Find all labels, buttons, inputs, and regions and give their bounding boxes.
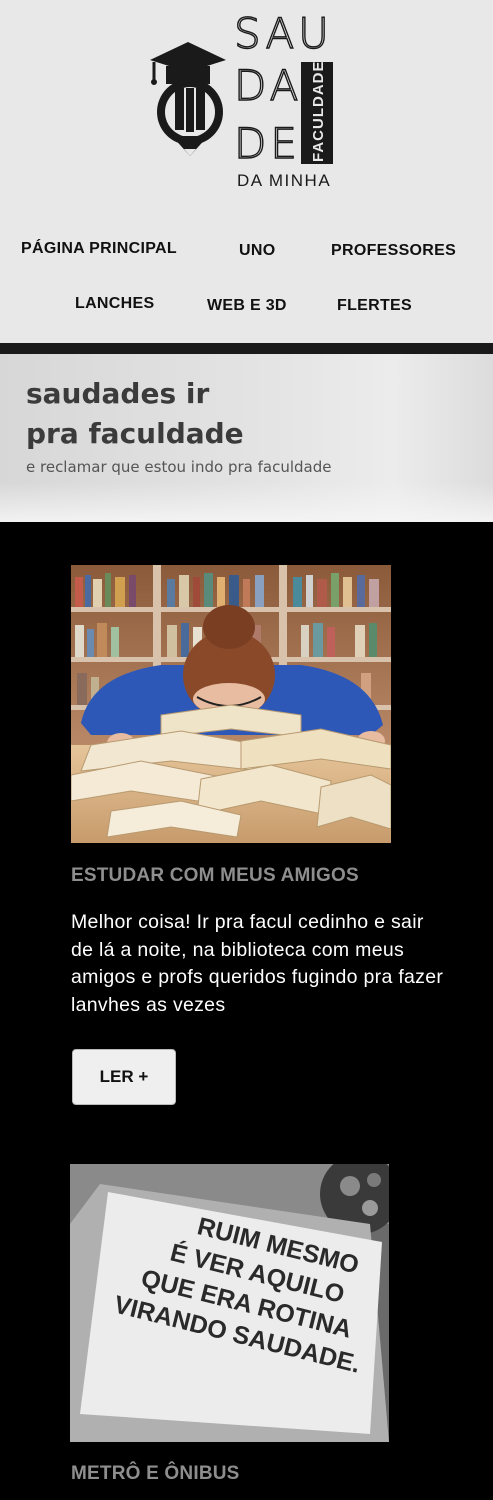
graduation-pencil-icon <box>150 42 226 156</box>
nav-item-uno[interactable]: UNO <box>239 242 275 260</box>
hero-title: saudades ir pra faculdade <box>26 374 356 454</box>
post-title[interactable]: METRÔ E ÔNIBUS <box>71 1463 240 1485</box>
post-excerpt: Melhor coisa! Ir pra facul cedinho e sai… <box>71 911 444 1016</box>
post-image-studying[interactable] <box>71 565 391 843</box>
nav-item-pagina-principal[interactable]: PÁGINA PRINCIPAL <box>21 240 177 258</box>
logo-text-de: DE <box>234 119 301 168</box>
hero-title-line2: pra faculdade <box>26 417 244 450</box>
post-title[interactable]: ESTUDAR COM MEUS AMIGOS <box>71 865 359 887</box>
hero-subtitle: e reclamar que estou indo pra faculdade <box>26 458 332 476</box>
nav-item-lanches[interactable]: LANCHES <box>75 295 154 313</box>
nav-item-flertes[interactable]: FLERTES <box>337 297 412 315</box>
logo-text-faculdade: FACULDADE <box>310 61 327 163</box>
post-image-quote[interactable]: RUIM MESMO É VER AQUILO QUE ERA ROTINA V… <box>70 1164 389 1442</box>
site-header: SAU DA DE FACULDADE DA MINHA PÁGINA PRIN… <box>0 0 493 343</box>
logo-text-da: DA <box>234 61 302 110</box>
logo-text-da-minha: DA MINHA <box>237 171 331 190</box>
nav-item-web-e-3d[interactable]: WEB E 3D <box>207 297 287 315</box>
header-divider <box>0 343 493 354</box>
hero-title-line1: saudades ir <box>26 377 210 410</box>
nav-item-professores[interactable]: PROFESSORES <box>331 242 456 260</box>
site-logo[interactable]: SAU DA DE FACULDADE DA MINHA <box>148 10 343 195</box>
hero-banner: saudades ir pra faculdade e reclamar que… <box>0 354 493 522</box>
read-more-button[interactable]: LER + <box>72 1049 176 1105</box>
logo-text-sau: SAU <box>234 10 333 58</box>
